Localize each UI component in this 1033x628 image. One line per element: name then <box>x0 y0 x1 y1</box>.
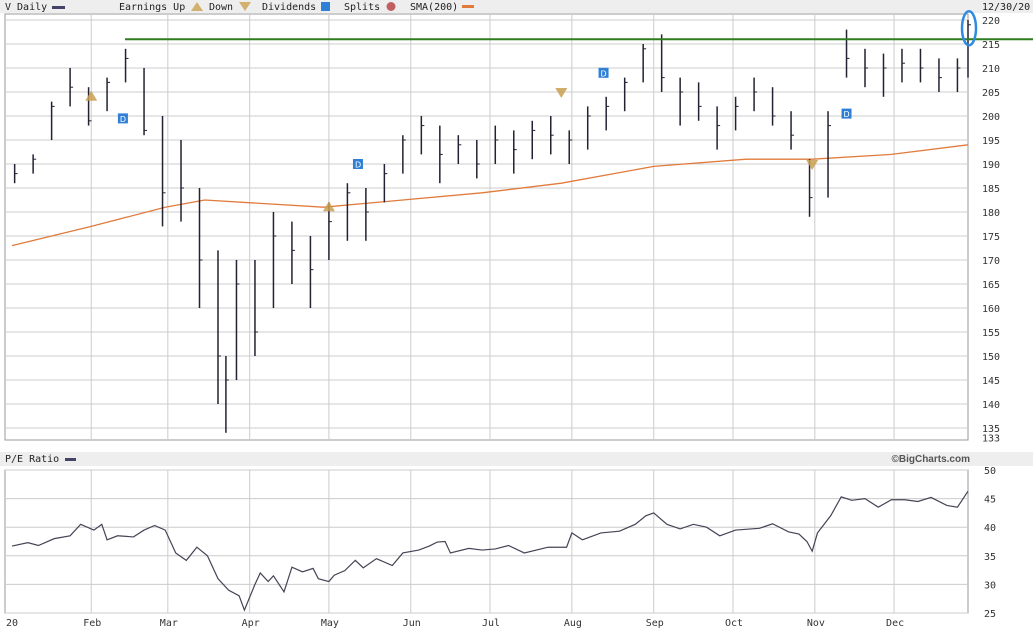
date-label: 12/30/20 <box>982 2 1030 13</box>
symbol-label: V Daily <box>5 2 47 13</box>
pe-header-bar <box>0 452 1033 466</box>
stock-chart: V Daily Earnings Up Down Dividends Split… <box>0 0 1033 628</box>
price-frame <box>4 13 969 441</box>
price-tick-label: 215 <box>982 40 1000 51</box>
dividends-label: Dividends <box>262 2 316 13</box>
earnings-label: Earnings Up <box>119 2 185 13</box>
splits-label: Splits <box>344 2 380 13</box>
price-bar <box>967 20 971 78</box>
price-tick-label: 200 <box>982 112 1000 123</box>
price-tick-label: 190 <box>982 160 1000 171</box>
price-tick-label: 133 <box>982 434 1000 445</box>
x-tick-label: 20 <box>6 618 18 628</box>
price-tick-label: 160 <box>982 304 1000 315</box>
split-icon <box>386 2 396 11</box>
price-tick-label: 220 <box>982 16 1000 27</box>
pe-y-axis: 50 45 40 35 30 25 <box>984 466 996 620</box>
dividend-icon-letter: D <box>601 69 607 78</box>
price-tick-label: 210 <box>982 64 1000 75</box>
x-tick-label: Apr <box>242 618 260 628</box>
pe-legend-swatch <box>65 458 76 461</box>
price-tick-label: 195 <box>982 136 1000 147</box>
x-tick-label: Jul <box>482 618 500 628</box>
sma-legend-swatch <box>462 5 474 8</box>
pe-tick-label: 50 <box>984 466 996 477</box>
pe-frame <box>4 469 969 614</box>
price-tick-label: 205 <box>982 88 1000 99</box>
pe-tick-label: 25 <box>984 609 996 620</box>
x-tick-label: Nov <box>807 618 825 628</box>
price-tick-label: 170 <box>982 256 1000 267</box>
pe-tick-label: 40 <box>984 523 996 534</box>
price-y-axis: 220 215 210 205 200 195 190 185 180 175 170 165 160 1… <box>982 16 1000 445</box>
price-tick-label: 155 <box>982 328 1000 339</box>
price-legend-swatch <box>52 6 65 9</box>
price-tick-label: 145 <box>982 376 1000 387</box>
sma-label: SMA(200) <box>410 2 458 13</box>
x-tick-label: Jun <box>403 618 421 628</box>
price-tick-label: 185 <box>982 184 1000 195</box>
price-grid <box>4 13 969 441</box>
dividend-icon-letter: D <box>355 161 361 170</box>
dividend-icon <box>321 2 330 11</box>
pe-grid <box>4 469 969 614</box>
price-tick-label: 165 <box>982 280 1000 291</box>
x-axis: 20 Feb Mar Apr May Jun Jul Aug Sep Oct Nov Dec <box>6 618 904 628</box>
pe-tick-label: 45 <box>984 495 996 506</box>
x-tick-label: May <box>321 618 339 628</box>
x-tick-label: Mar <box>160 618 178 628</box>
pe-label: P/E Ratio <box>5 454 59 465</box>
x-tick-label: Aug <box>564 618 582 628</box>
price-tick-label: 180 <box>982 208 1000 219</box>
x-tick-label: Feb <box>83 618 101 628</box>
down-label: Down <box>209 2 233 13</box>
x-tick-label: Oct <box>725 618 743 628</box>
pe-tick-label: 30 <box>984 580 996 591</box>
dividend-icon-letter: D <box>844 110 850 119</box>
x-tick-label: Dec <box>886 618 904 628</box>
pe-tick-label: 35 <box>984 552 996 563</box>
price-tick-label: 140 <box>982 400 1000 411</box>
x-tick-label: Sep <box>646 618 664 628</box>
price-tick-label: 150 <box>982 352 1000 363</box>
dividend-icon-letter: D <box>120 115 126 124</box>
bigcharts-brand[interactable]: ©BigCharts.com <box>892 454 971 465</box>
price-tick-label: 175 <box>982 232 1000 243</box>
